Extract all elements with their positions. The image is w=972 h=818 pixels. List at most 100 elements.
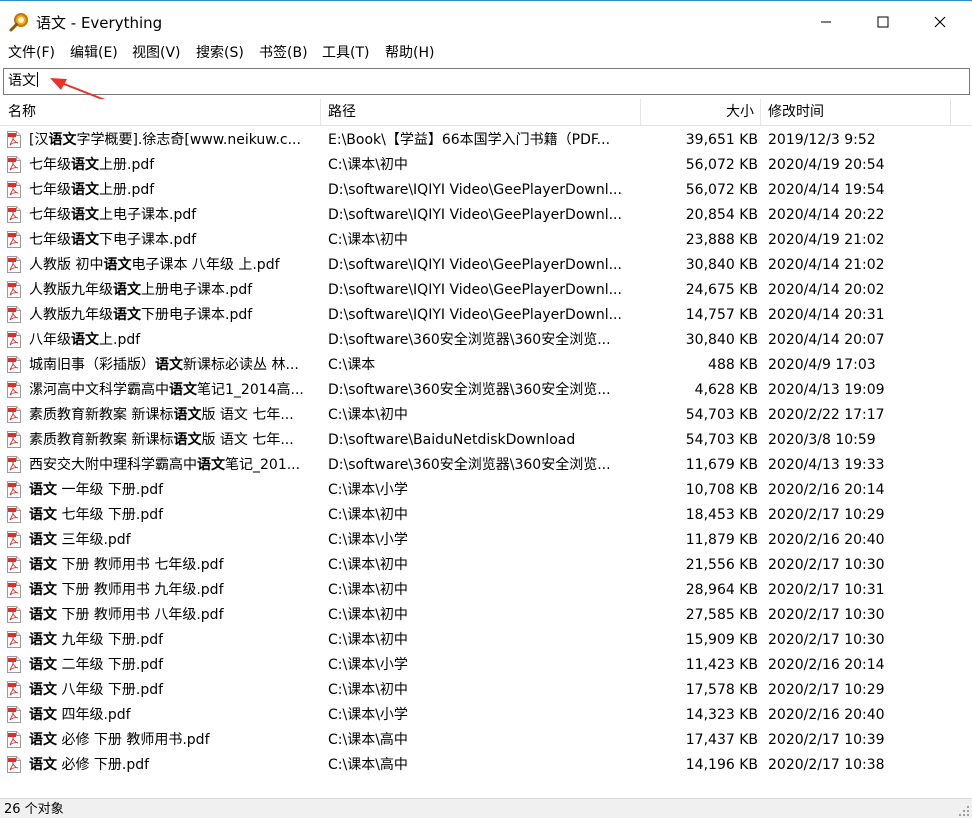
file-size: 20,854 KB xyxy=(685,207,758,223)
file-modified: 2020/4/14 19:54 xyxy=(768,182,885,198)
file-row[interactable]: 城南旧事（彩插版）语文新课标必读丛 林... C:\课本 488 KB 2020/4/… xyxy=(0,353,972,378)
file-row[interactable]: 七年级语文下电子课本.pdf C:\课本\初中 23,888 KB 2020/4/19… xyxy=(0,228,972,253)
file-row[interactable]: 人教版九年级语文上册电子课本.pdf D:\software\IQIYI Vide… xyxy=(0,278,972,303)
file-name: 语文 四年级.pdf xyxy=(29,703,317,728)
maximize-button[interactable] xyxy=(860,2,906,42)
file-name-prefix: 七年级 xyxy=(29,157,71,173)
column-size-header[interactable]: 大小 xyxy=(641,99,761,126)
file-path: C:\课本\初中 xyxy=(328,232,408,248)
file-modified: 2020/2/16 20:40 xyxy=(768,532,885,548)
file-path: D:\software\BaiduNetdiskDownload xyxy=(328,432,576,448)
file-name-suffix: 下册 教师用书 九年级.pdf xyxy=(57,582,224,598)
file-row[interactable]: 七年级语文上电子课本.pdf D:\software\IQIYI Video\Ge… xyxy=(0,203,972,228)
file-name-prefix: [汉 xyxy=(29,132,49,148)
file-row[interactable]: 素质教育新教案 新课标语文版 语文 七年... D:\software\Baidu… xyxy=(0,428,972,453)
file-path: C:\课本\初中 xyxy=(328,632,408,648)
column-modified-header[interactable]: 修改时间 xyxy=(761,99,951,126)
close-icon xyxy=(934,16,946,28)
file-modified: 2020/2/17 10:31 xyxy=(768,582,885,598)
file-name: 人教版九年级语文下册电子课本.pdf xyxy=(29,303,317,328)
pdf-file-icon xyxy=(7,731,21,748)
file-size: 54,703 KB xyxy=(685,432,758,448)
file-row[interactable]: 七年级语文上册.pdf C:\课本\初中 56,072 KB 2020/4/19 20… xyxy=(0,153,972,178)
menu-bar: 文件(F) 编辑(E) 视图(V) 搜索(S) 书签(B) 工具(T) 帮助(H… xyxy=(0,42,972,64)
object-count: 26 个对象 xyxy=(4,802,64,817)
minimize-button[interactable] xyxy=(803,2,849,42)
file-modified: 2020/2/17 10:30 xyxy=(768,557,885,573)
menu-tools[interactable]: 工具(T) xyxy=(322,44,369,62)
file-name-highlight: 语文 xyxy=(29,682,57,698)
column-name-header[interactable]: 名称 xyxy=(0,99,321,126)
file-size: 24,675 KB xyxy=(685,282,758,298)
file-path: D:\software\IQIYI Video\GeePlayerDownl..… xyxy=(328,207,622,223)
pdf-file-icon xyxy=(7,481,21,498)
menu-view[interactable]: 视图(V) xyxy=(132,44,181,62)
file-name-highlight: 语文 xyxy=(29,707,57,723)
title-bar[interactable]: 语文 - Everything xyxy=(0,2,972,42)
file-row[interactable]: 语文 三年级.pdf C:\课本\小学 11,879 KB 2020/2/16 20:… xyxy=(0,528,972,553)
file-path: C:\课本\初中 xyxy=(328,607,408,623)
file-row[interactable]: 人教版九年级语文下册电子课本.pdf D:\software\IQIYI Vide… xyxy=(0,303,972,328)
file-size: 14,323 KB xyxy=(685,707,758,723)
file-row[interactable]: 语文 必修 下册.pdf C:\课本\高中 14,196 KB 2020/2/17 1… xyxy=(0,753,972,778)
menu-bookmarks[interactable]: 书签(B) xyxy=(259,44,308,62)
file-row[interactable]: 八年级语文上.pdf D:\software\360安全浏览器\360安全浏览..… xyxy=(0,328,972,353)
file-name: 语文 必修 下册.pdf xyxy=(29,753,317,778)
file-path: C:\课本\小学 xyxy=(328,532,408,548)
file-size: 30,840 KB xyxy=(685,332,758,348)
file-row[interactable]: 语文 下册 教师用书 八年级.pdf C:\课本\初中 27,585 KB 2020/… xyxy=(0,603,972,628)
file-name-suffix: 笔记_201... xyxy=(225,457,301,473)
file-row[interactable]: 语文 下册 教师用书 七年级.pdf C:\课本\初中 21,556 KB 2020/… xyxy=(0,553,972,578)
file-name-prefix: 西安交大附中理科学霸高中 xyxy=(29,457,197,473)
file-name: 八年级语文上.pdf xyxy=(29,328,317,353)
file-modified: 2020/2/17 10:38 xyxy=(768,757,885,773)
pdf-file-icon xyxy=(7,156,21,173)
window-title: 语文 - Everything xyxy=(36,14,163,32)
file-row[interactable]: 素质教育新教案 新课标语文版 语文 七年... C:\课本\初中 54,703 KB… xyxy=(0,403,972,428)
menu-search[interactable]: 搜索(S) xyxy=(196,44,244,62)
file-size: 4,628 KB xyxy=(694,382,758,398)
close-button[interactable] xyxy=(917,2,963,42)
file-name-prefix: 七年级 xyxy=(29,182,71,198)
file-name-highlight: 语文 xyxy=(29,507,57,523)
file-modified: 2020/4/19 21:02 xyxy=(768,232,885,248)
file-name-highlight: 语文 xyxy=(29,757,57,773)
file-modified: 2020/2/17 10:39 xyxy=(768,732,885,748)
file-row[interactable]: 七年级语文上册.pdf D:\software\IQIYI Video\GeePl… xyxy=(0,178,972,203)
file-row[interactable]: 语文 下册 教师用书 九年级.pdf C:\课本\初中 28,964 KB 2020/… xyxy=(0,578,972,603)
file-path: C:\课本\高中 xyxy=(328,757,408,773)
file-row[interactable]: 语文 九年级 下册.pdf C:\课本\初中 15,909 KB 2020/2/17 … xyxy=(0,628,972,653)
pdf-file-icon xyxy=(7,581,21,598)
file-row[interactable]: 西安交大附中理科学霸高中语文笔记_201... D:\software\360安全… xyxy=(0,453,972,478)
file-row[interactable]: 语文 七年级 下册.pdf C:\课本\初中 18,453 KB 2020/2/17 … xyxy=(0,503,972,528)
file-name: 人教版九年级语文上册电子课本.pdf xyxy=(29,278,317,303)
file-row[interactable]: 漯河高中文科学霸高中语文笔记1_2014高... D:\software\360安… xyxy=(0,378,972,403)
resize-grip-icon[interactable] xyxy=(958,805,970,817)
file-row[interactable]: 语文 一年级 下册.pdf C:\课本\小学 10,708 KB 2020/2/16 … xyxy=(0,478,972,503)
menu-edit[interactable]: 编辑(E) xyxy=(70,44,118,62)
file-name: 西安交大附中理科学霸高中语文笔记_201... xyxy=(29,453,317,478)
file-name-prefix: 七年级 xyxy=(29,232,71,248)
file-size: 17,437 KB xyxy=(685,732,758,748)
file-name: 语文 下册 教师用书 七年级.pdf xyxy=(29,553,317,578)
file-row[interactable]: 语文 必修 下册 教师用书.pdf C:\课本\高中 17,437 KB 2020/2… xyxy=(0,728,972,753)
file-row[interactable]: [汉语文字学概要].徐志奇[www.neikuw.c... E:\Book\【学益… xyxy=(0,128,972,153)
file-row[interactable]: 语文 八年级 下册.pdf C:\课本\初中 17,578 KB 2020/2/17 … xyxy=(0,678,972,703)
pdf-file-icon xyxy=(7,681,21,698)
column-path-label: 路径 xyxy=(328,104,356,120)
menu-file[interactable]: 文件(F) xyxy=(8,44,55,62)
file-row[interactable]: 人教版 初中语文电子课本 八年级 上.pdf D:\software\IQIYI … xyxy=(0,253,972,278)
file-modified: 2020/2/17 10:29 xyxy=(768,507,885,523)
column-header: 名称 路径 大小 修改时间 xyxy=(0,99,972,126)
file-name-highlight: 语文 xyxy=(29,582,57,598)
search-value-wrap: 语文 xyxy=(8,72,38,91)
file-name-suffix: 笔记1_2014高... xyxy=(197,382,304,398)
file-name: [汉语文字学概要].徐志奇[www.neikuw.c... xyxy=(29,128,317,153)
file-path: D:\software\IQIYI Video\GeePlayerDownl..… xyxy=(328,307,622,323)
column-path-header[interactable]: 路径 xyxy=(321,99,641,126)
file-name: 素质教育新教案 新课标语文版 语文 七年... xyxy=(29,403,317,428)
file-name-prefix: 人教版九年级 xyxy=(29,282,113,298)
file-row[interactable]: 语文 二年级 下册.pdf C:\课本\小学 11,423 KB 2020/2/16 … xyxy=(0,653,972,678)
file-row[interactable]: 语文 四年级.pdf C:\课本\小学 14,323 KB 2020/2/16 20:… xyxy=(0,703,972,728)
menu-help[interactable]: 帮助(H) xyxy=(385,44,434,62)
